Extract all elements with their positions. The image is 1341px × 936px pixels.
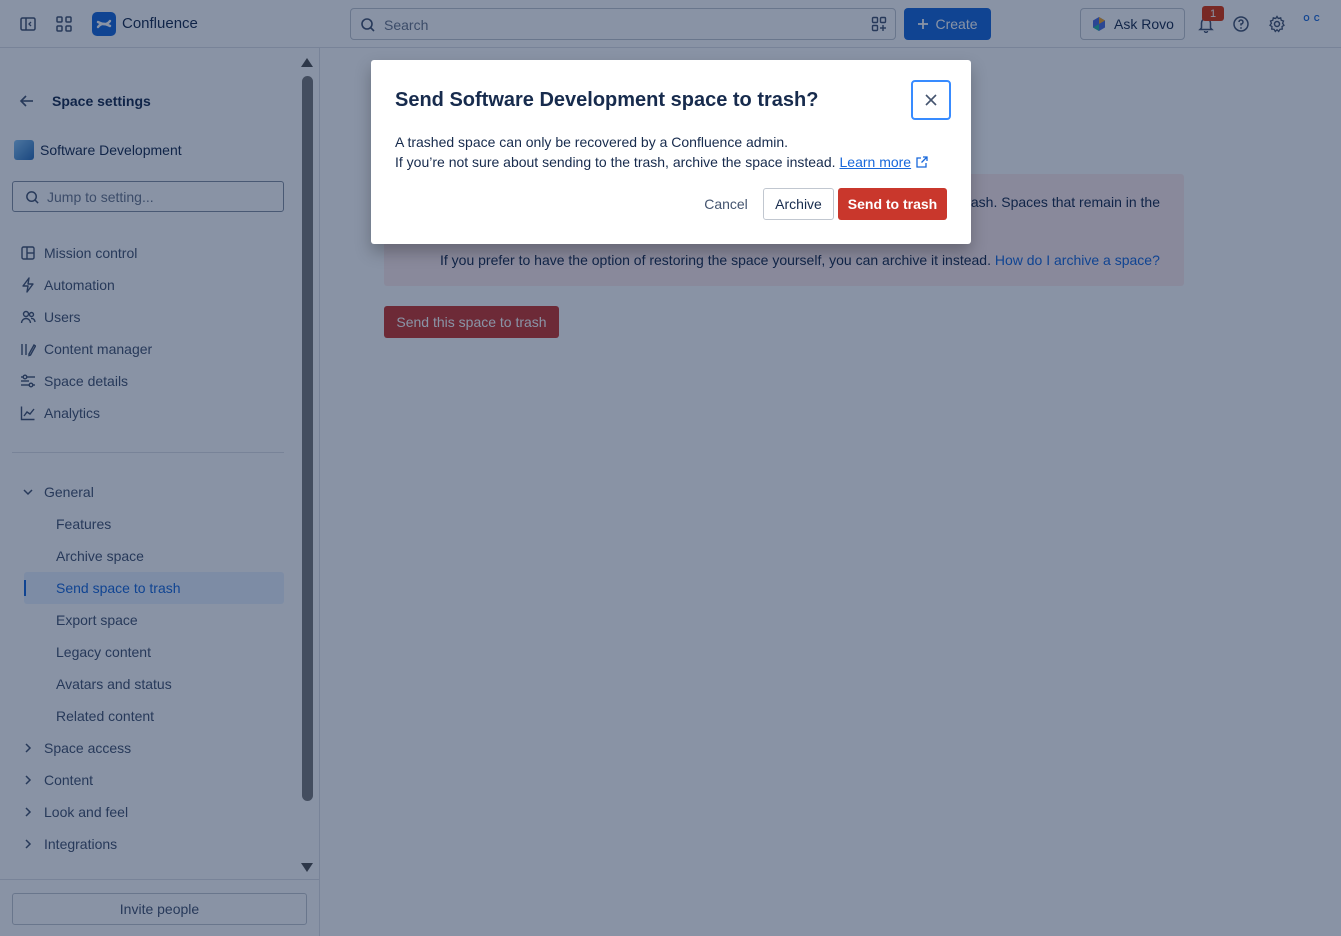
- dialog-body-line-2: If you’re not sure about sending to the …: [395, 154, 929, 170]
- learn-more-link[interactable]: Learn more: [840, 154, 912, 170]
- external-link-icon: [916, 156, 928, 168]
- dialog-title: Send Software Development space to trash…: [395, 89, 819, 111]
- send-to-trash-dialog: Send Software Development space to trash…: [371, 60, 971, 244]
- close-icon: [925, 94, 937, 106]
- dialog-body-text: If you’re not sure about sending to the …: [395, 154, 836, 170]
- send-to-trash-button[interactable]: Send to trash: [838, 188, 947, 220]
- archive-button[interactable]: Archive: [763, 188, 834, 220]
- close-button[interactable]: [911, 80, 951, 120]
- cancel-button[interactable]: Cancel: [693, 188, 759, 220]
- dialog-body-line-1: A trashed space can only be recovered by…: [395, 134, 789, 150]
